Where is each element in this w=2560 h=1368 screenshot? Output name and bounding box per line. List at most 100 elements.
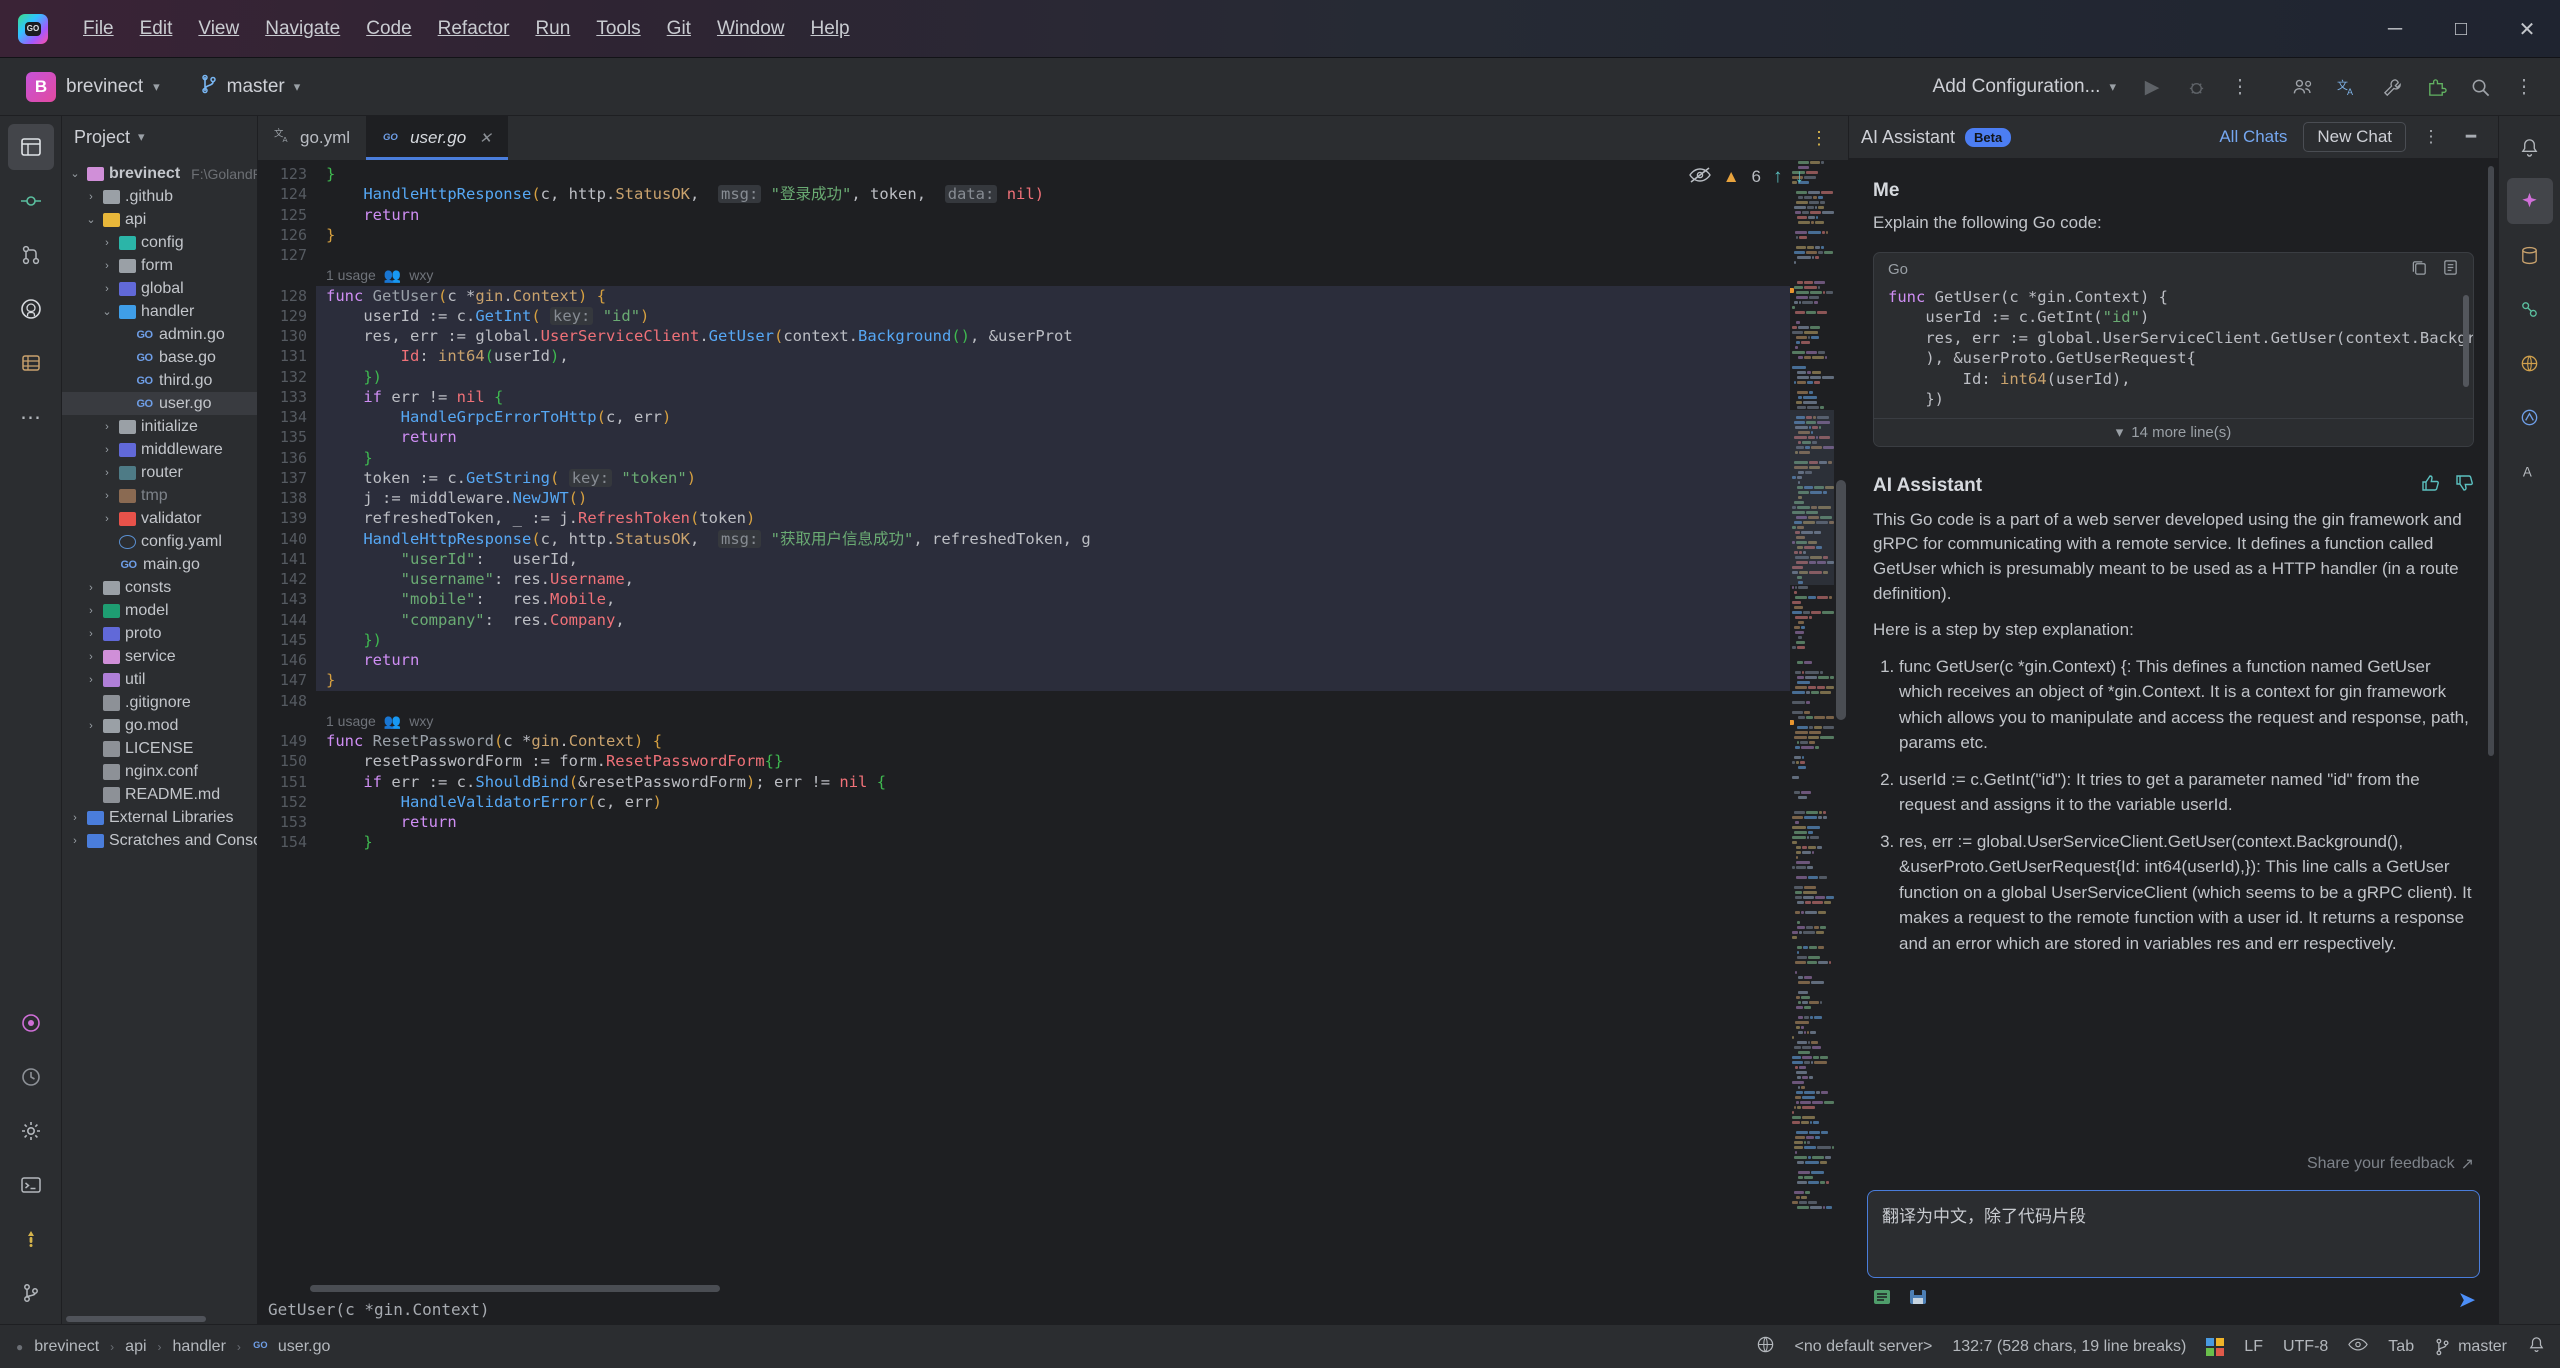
chevron-down-icon[interactable]: ▾ xyxy=(138,129,145,145)
tree-item-initialize[interactable]: › initialize xyxy=(62,415,257,438)
menu-window[interactable]: Window xyxy=(704,12,798,46)
branch-indicator[interactable]: master xyxy=(2434,1338,2507,1356)
tree-item-model[interactable]: › model xyxy=(62,599,257,622)
tree-item-service[interactable]: › service xyxy=(62,645,257,668)
insert-icon[interactable] xyxy=(2442,259,2459,281)
code-content[interactable]: } HandleHttpResponse(c, http.StatusOK, m… xyxy=(316,160,1848,1282)
commit-icon[interactable] xyxy=(8,178,54,224)
breadcrumb-item-project[interactable]: brevinect xyxy=(34,1338,99,1356)
tree-item-form[interactable]: › form xyxy=(62,254,257,277)
reader-mode-icon[interactable] xyxy=(2348,1337,2369,1357)
tools-icon[interactable] xyxy=(2372,67,2412,107)
gradle-icon[interactable] xyxy=(2507,286,2553,332)
menu-navigate[interactable]: Navigate xyxy=(252,12,353,46)
maximize-button[interactable]: □ xyxy=(2428,0,2494,58)
chevron-icon[interactable]: › xyxy=(100,513,114,525)
editor-hscrollbar[interactable] xyxy=(258,1282,1848,1294)
chevron-icon[interactable]: › xyxy=(84,628,98,640)
breadcrumb-item-handler[interactable]: handler xyxy=(173,1338,226,1356)
thumbs-down-icon[interactable] xyxy=(2454,473,2474,499)
chevron-icon[interactable]: › xyxy=(100,283,114,295)
menu-git[interactable]: Git xyxy=(654,12,704,46)
file-encoding[interactable]: UTF-8 xyxy=(2283,1338,2328,1356)
notification-icon[interactable] xyxy=(2527,1335,2546,1359)
tree-item-go-mod[interactable]: › go.mod xyxy=(62,714,257,737)
tree-item-consts[interactable]: › consts xyxy=(62,576,257,599)
tree-item-nginx-conf[interactable]: nginx.conf xyxy=(62,760,257,783)
share-feedback-link[interactable]: Share your feedback ↗ xyxy=(2307,1154,2474,1174)
ai-assistant-icon[interactable] xyxy=(2506,178,2553,224)
terminal-icon[interactable] xyxy=(8,1162,54,1208)
tree-item-external-libraries[interactable]: › External Libraries xyxy=(62,806,257,829)
chevron-icon[interactable]: › xyxy=(84,651,98,663)
notifications-icon[interactable] xyxy=(2507,124,2553,170)
more-options-icon[interactable]: ⋮ xyxy=(2416,122,2446,152)
tree-item-main-go[interactable]: GO main.go xyxy=(62,553,257,576)
minimap-viewport[interactable] xyxy=(1790,410,1834,585)
tree-item-router[interactable]: › router xyxy=(62,461,257,484)
tree-item-middleware[interactable]: › middleware xyxy=(62,438,257,461)
chevron-icon[interactable]: › xyxy=(100,260,114,272)
tree-item-api[interactable]: ⌄ api xyxy=(62,208,257,231)
branch-selector[interactable]: master ▾ xyxy=(192,70,309,104)
tree-item-handler[interactable]: ⌄ handler xyxy=(62,300,257,323)
all-chats-button[interactable]: All Chats xyxy=(2213,124,2293,150)
project-tree[interactable]: ⌄ brevinect F:\GolandPr › .github ⌄ api › config… xyxy=(62,158,257,1314)
chevron-icon[interactable]: › xyxy=(84,720,98,732)
chevron-icon[interactable]: › xyxy=(84,605,98,617)
globe-icon[interactable] xyxy=(1756,1335,1775,1359)
tree-item-third-go[interactable]: GO third.go xyxy=(62,369,257,392)
line-separator[interactable]: LF xyxy=(2244,1338,2263,1356)
project-tree-hscrollbar[interactable] xyxy=(62,1314,257,1324)
menu-edit[interactable]: Edit xyxy=(127,12,186,46)
menu-help[interactable]: Help xyxy=(798,12,863,46)
ai-panel-scrollbar[interactable] xyxy=(2488,166,2494,756)
expand-code-button[interactable]: ▾ 14 more line(s) xyxy=(1874,417,2473,446)
next-problem-icon[interactable]: ↓ xyxy=(1795,166,1805,188)
tree-item-scratches-and-consoles[interactable]: › Scratches and Consoles xyxy=(62,829,257,852)
caret-position[interactable]: 132:7 (528 chars, 19 line breaks) xyxy=(1952,1338,2186,1356)
minimize-panel-icon[interactable]: ━ xyxy=(2456,122,2486,152)
services-icon[interactable] xyxy=(8,1054,54,1100)
chevron-icon[interactable]: ⌄ xyxy=(84,213,98,226)
menu-refactor[interactable]: Refactor xyxy=(425,12,523,46)
plugin-icon[interactable] xyxy=(2416,67,2456,107)
pull-requests-icon[interactable] xyxy=(8,232,54,278)
search-icon[interactable] xyxy=(2460,67,2500,107)
tree-item-brevinect[interactable]: ⌄ brevinect F:\GolandPr xyxy=(62,162,257,185)
structure-icon[interactable] xyxy=(8,1000,54,1046)
chevron-icon[interactable]: › xyxy=(84,674,98,686)
tree-item-util[interactable]: › util xyxy=(62,668,257,691)
git-branches-icon[interactable] xyxy=(8,1270,54,1316)
menu-file[interactable]: File xyxy=(70,12,127,46)
run-icon[interactable]: ▶ xyxy=(2132,67,2172,107)
tree-item-license[interactable]: LICENSE xyxy=(62,737,257,760)
settings-more-icon[interactable]: ⋮ xyxy=(2504,67,2544,107)
minimize-button[interactable]: ─ xyxy=(2362,0,2428,58)
run-configuration-selector[interactable]: Add Configuration... ▾ xyxy=(1921,70,2128,104)
ai-prompt-input[interactable]: 翻译为中文，除了代码片段 xyxy=(1867,1190,2480,1278)
database-icon[interactable] xyxy=(8,340,54,386)
endpoints-icon[interactable] xyxy=(2507,340,2553,386)
send-icon[interactable]: ➤ xyxy=(2458,1287,2476,1313)
ai-conversation[interactable]: Me Explain the following Go code: Go fun… xyxy=(1849,158,2498,1182)
prev-problem-icon[interactable]: ↑ xyxy=(1773,166,1783,188)
menu-run[interactable]: Run xyxy=(522,12,583,46)
github-icon[interactable] xyxy=(8,286,54,332)
tree-item-config-yaml[interactable]: config.yaml xyxy=(62,530,257,553)
new-chat-button[interactable]: New Chat xyxy=(2303,122,2406,152)
chevron-icon[interactable]: › xyxy=(100,467,114,479)
attach-context-icon[interactable] xyxy=(1871,1286,1893,1314)
tree-item-tmp[interactable]: › tmp xyxy=(62,484,257,507)
default-server-label[interactable]: <no default server> xyxy=(1795,1338,1933,1356)
usage-hint[interactable]: 1 usage 👥 wxy xyxy=(316,265,1848,285)
problems-icon[interactable] xyxy=(8,1216,54,1262)
tree-item-gitignore[interactable]: .gitignore xyxy=(62,691,257,714)
tree-item-proto[interactable]: › proto xyxy=(62,622,257,645)
inspection-eye-off-icon[interactable] xyxy=(1688,166,1711,188)
debug-icon[interactable] xyxy=(2176,67,2216,107)
close-icon[interactable]: ✕ xyxy=(479,129,492,147)
code-snippet-scrollbar[interactable] xyxy=(2463,294,2469,387)
breadcrumb-item-api[interactable]: api xyxy=(125,1338,146,1356)
copy-icon[interactable] xyxy=(2411,259,2428,281)
